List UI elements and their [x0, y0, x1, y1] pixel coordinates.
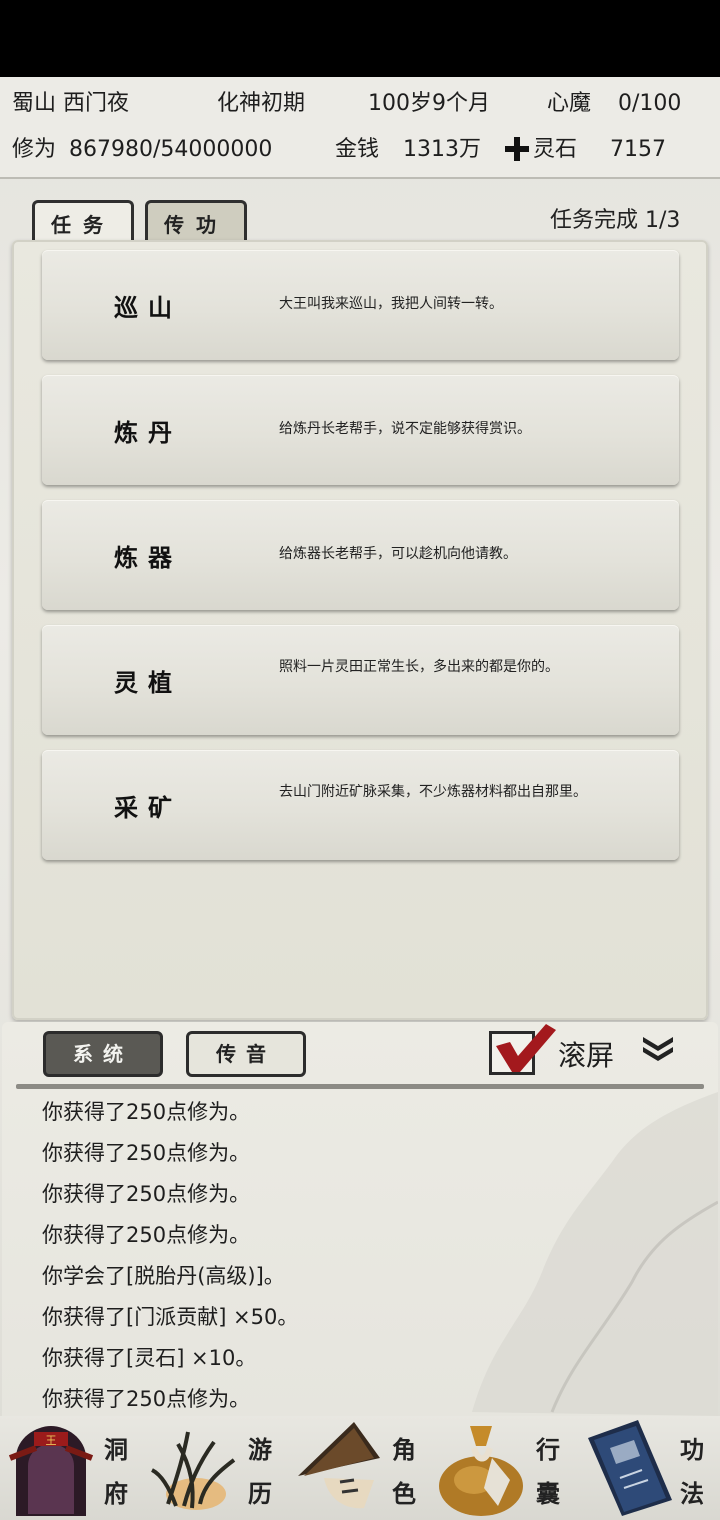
log-line: 你获得了250点修为。 — [42, 1223, 251, 1247]
log-line: 你获得了[门派贡献] ×50。 — [42, 1305, 299, 1329]
task-description: 去山门附近矿脉采集，不少炼器材料都出自那里。 — [279, 784, 587, 800]
task-title: 炼器 — [114, 543, 182, 572]
nav-bag[interactable]: 行 囊 — [432, 1416, 576, 1520]
spirit-stone-value: 7157 — [610, 137, 666, 162]
task-title: 炼丹 — [114, 418, 182, 447]
task-description: 给炼丹长老帮手，说不定能够获得赏识。 — [279, 421, 531, 437]
svg-text:王: 王 — [46, 1434, 57, 1447]
nav-label-top: 洞 — [104, 1435, 128, 1464]
character-hat-icon — [298, 1422, 380, 1509]
location-text: 蜀山 西门夜 — [12, 91, 129, 116]
task-card-planting[interactable]: 灵植 照料一片灵田正常生长，多出来的都是你的。 — [42, 625, 679, 735]
demon-value: 0/100 — [618, 91, 682, 116]
auto-scroll-label: 滚屏 — [558, 1039, 615, 1072]
nav-label-bottom: 色 — [392, 1479, 416, 1508]
nav-label-bottom: 法 — [680, 1479, 704, 1508]
spirit-stone-label: 灵石 — [533, 137, 578, 162]
age-text: 100岁9个月 — [368, 91, 490, 116]
nav-label-top: 游 — [248, 1435, 272, 1464]
task-description: 照料一片灵田正常生长，多出来的都是你的。 — [279, 659, 559, 675]
ink-mountain-decoration — [472, 1092, 718, 1416]
log-tab-message[interactable]: 传音 — [186, 1031, 306, 1077]
tab-tasks[interactable]: 任务 — [32, 200, 134, 240]
nav-label-top: 功 — [680, 1435, 704, 1464]
realm-text: 化神初期 — [217, 91, 306, 116]
scroll-book-icon — [588, 1420, 672, 1516]
task-title: 采矿 — [114, 793, 182, 822]
log-line: 你获得了250点修为。 — [42, 1141, 251, 1165]
log-line: 你获得了250点修为。 — [42, 1100, 251, 1124]
checkmark-icon — [496, 1024, 556, 1072]
cultivation-value: 867980/54000000 — [69, 137, 273, 162]
log-line: 你获得了[灵石] ×10。 — [42, 1346, 257, 1370]
nav-skills[interactable]: 功 法 — [576, 1416, 720, 1520]
nav-travel[interactable]: 游 历 — [144, 1416, 288, 1520]
task-card-alchemy[interactable]: 炼丹 给炼丹长老帮手，说不定能够获得赏识。 — [42, 375, 679, 485]
double-chevron-down-icon[interactable] — [640, 1034, 676, 1064]
task-title: 巡山 — [114, 293, 182, 322]
nav-label-bottom: 历 — [248, 1479, 272, 1508]
cultivation-label: 修为 — [12, 137, 57, 162]
task-card-mining[interactable]: 采矿 去山门附近矿脉采集，不少炼器材料都出自那里。 — [42, 750, 679, 860]
task-progress: 任务完成 1/3 — [550, 208, 681, 233]
nav-label-bottom: 囊 — [536, 1479, 560, 1508]
money-value: 1313万 — [403, 137, 481, 162]
task-title: 灵植 — [114, 668, 182, 697]
bag-icon — [439, 1426, 523, 1516]
system-status-bar — [0, 0, 720, 77]
log-divider — [16, 1084, 704, 1089]
log-line: 你获得了250点修为。 — [42, 1182, 251, 1206]
demon-label: 心魔 — [547, 91, 592, 116]
money-label: 金钱 — [335, 137, 380, 162]
nav-label-top: 角 — [392, 1435, 416, 1464]
log-line: 你学会了[脱胎丹(高级)]。 — [42, 1264, 285, 1288]
cave-palace-icon: 王 — [8, 1426, 94, 1516]
task-card-patrol[interactable]: 巡山 大王叫我来巡山，我把人间转一转。 — [42, 250, 679, 360]
spirit-stone-icon — [505, 137, 529, 161]
nav-character[interactable]: 角 色 — [288, 1416, 432, 1520]
log-line: 你获得了250点修为。 — [42, 1387, 251, 1411]
tab-transmit-skill[interactable]: 传功 — [145, 200, 247, 240]
task-description: 大王叫我来巡山，我把人间转一转。 — [279, 296, 503, 312]
task-card-forging[interactable]: 炼器 给炼器长老帮手，可以趁机向他请教。 — [42, 500, 679, 610]
nav-cave-palace[interactable]: 王 洞 府 — [0, 1416, 144, 1520]
task-description: 给炼器长老帮手，可以趁机向他请教。 — [279, 546, 517, 562]
nav-label-bottom: 府 — [104, 1479, 128, 1508]
character-status-panel: 蜀山 西门夜 化神初期 100岁9个月 心魔 0/100 修为 867980/5… — [0, 77, 720, 179]
travel-grass-icon — [150, 1431, 236, 1510]
nav-label-top: 行 — [536, 1435, 560, 1464]
log-tab-system[interactable]: 系统 — [43, 1031, 163, 1077]
